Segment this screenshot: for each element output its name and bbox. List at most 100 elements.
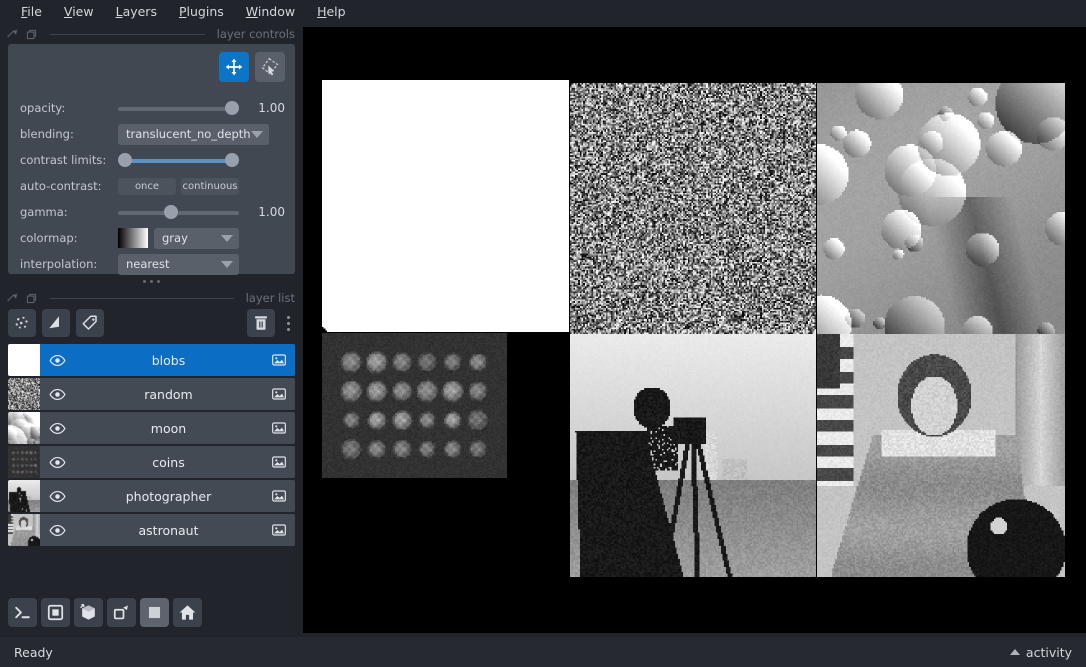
contrast-limits-label: contrast limits:	[20, 153, 107, 167]
image-icon	[272, 524, 286, 536]
layer-name-label: coins	[152, 454, 185, 470]
close-dock-icon[interactable]	[25, 292, 38, 305]
canvas-image-blobs	[322, 80, 569, 332]
eye-icon	[48, 456, 66, 468]
blending-label: blending:	[20, 127, 74, 141]
chevron-down-icon	[221, 260, 233, 268]
layer-name-label: photographer	[125, 488, 212, 504]
opacity-slider[interactable]	[118, 98, 239, 118]
blending-dropdown[interactable]: translucent_no_depth	[118, 123, 269, 145]
opacity-knob[interactable]	[225, 101, 239, 115]
layer-list-dock-title: layer list	[0, 288, 303, 308]
visibility-toggle-photographer[interactable]	[40, 488, 74, 505]
status-bar: Ready activity	[0, 637, 1086, 667]
roll-dims-button[interactable]	[74, 598, 103, 627]
grid-view-button[interactable]	[140, 598, 169, 627]
gamma-slider[interactable]	[118, 202, 239, 222]
float-dock-icon[interactable]	[6, 28, 19, 41]
visibility-toggle-astronaut[interactable]	[40, 522, 74, 539]
viewer-canvas[interactable]	[303, 27, 1086, 633]
layer-controls-panel: opacity: 1.00 blending: translucent_no_d…	[8, 44, 295, 275]
chevron-down-icon	[221, 234, 233, 242]
layer-mode-toolbar	[20, 52, 285, 82]
visibility-toggle-coins[interactable]	[40, 454, 74, 471]
transform-tool-button[interactable]	[255, 52, 285, 82]
left-dock-column: layer controls opacity: 1.00 blending: t…	[0, 24, 303, 637]
activity-label: activity	[1025, 644, 1072, 660]
layer-list-menu-button[interactable]	[281, 315, 295, 331]
pan-zoom-tool-button[interactable]	[219, 52, 249, 82]
gamma-knob[interactable]	[163, 205, 178, 219]
canvas-cell-moon	[817, 83, 1065, 334]
contrast-limits-slider[interactable]	[118, 150, 239, 170]
labels-tag-icon	[82, 315, 97, 330]
auto-contrast-label: auto-contrast:	[20, 179, 102, 193]
home-button[interactable]	[173, 598, 202, 627]
layer-row-random[interactable]: random	[8, 378, 295, 410]
auto-contrast-continuous-button[interactable]: continuous	[181, 177, 239, 195]
pan-zoom-icon	[225, 58, 243, 76]
home-icon	[179, 605, 196, 620]
contrast-limits-high-knob[interactable]	[225, 153, 239, 167]
menu-window[interactable]: Window	[235, 0, 306, 24]
gamma-label: gamma:	[20, 205, 68, 219]
transform-icon	[261, 57, 279, 76]
layer-row-photographer[interactable]: photographer	[8, 480, 295, 512]
menu-file[interactable]: File	[10, 0, 53, 24]
canvas-image-random	[570, 83, 816, 334]
status-message: Ready	[14, 644, 53, 660]
visibility-toggle-blobs[interactable]	[40, 352, 74, 369]
visibility-toggle-random[interactable]	[40, 386, 74, 403]
square-2d-icon	[47, 604, 64, 621]
activity-button[interactable]: activity	[1009, 644, 1072, 660]
auto-contrast-row: auto-contrast: once continuous	[20, 174, 285, 198]
transpose-dims-button[interactable]	[107, 598, 136, 627]
menu-view[interactable]: View	[53, 0, 105, 24]
chevron-down-icon	[250, 130, 263, 138]
new-shapes-layer-button[interactable]	[42, 309, 70, 337]
layer-type-image-icon-astronaut	[263, 522, 295, 538]
contrast-limits-low-knob[interactable]	[118, 153, 132, 167]
float-dock-icon[interactable]	[6, 292, 19, 305]
close-dock-icon[interactable]	[25, 28, 38, 41]
interpolation-dropdown[interactable]: nearest	[118, 253, 239, 275]
console-button[interactable]	[8, 598, 37, 627]
eye-icon	[48, 422, 66, 434]
ndisplay-toggle-button[interactable]	[41, 598, 70, 627]
viewer-buttons-toolbar	[8, 598, 202, 627]
menu-plugins[interactable]: Plugins	[168, 0, 235, 24]
visibility-toggle-moon[interactable]	[40, 420, 74, 437]
gamma-track	[118, 211, 239, 215]
new-labels-layer-button[interactable]	[76, 309, 104, 337]
layer-thumbnail-random	[8, 378, 40, 410]
colormap-dropdown[interactable]: gray	[154, 227, 239, 249]
blending-row: blending: translucent_no_depth	[20, 122, 285, 146]
blending-value: translucent_no_depth	[126, 127, 251, 141]
layer-row-moon[interactable]: moon	[8, 412, 295, 444]
layer-thumbnail-coins	[8, 446, 40, 478]
points-icon	[15, 316, 28, 329]
auto-contrast-once-button[interactable]: once	[118, 177, 176, 195]
layer-row-blobs[interactable]: blobs	[8, 344, 295, 376]
new-points-layer-button[interactable]	[8, 309, 36, 337]
menu-layers[interactable]: Layers	[105, 0, 168, 24]
gamma-value: 1.00	[258, 205, 285, 219]
menu-help[interactable]: Help	[306, 0, 357, 24]
dock-splitter-handle[interactable]	[0, 274, 303, 288]
eye-icon	[48, 354, 66, 366]
opacity-row: opacity: 1.00	[20, 96, 285, 120]
dock-divider	[50, 297, 234, 299]
opacity-value: 1.00	[258, 101, 285, 115]
image-icon	[272, 354, 286, 366]
delete-layer-button[interactable]	[247, 309, 275, 337]
canvas-cell-astronaut	[817, 334, 1065, 577]
colormap-value: gray	[162, 231, 188, 245]
layer-row-astronaut[interactable]: astronaut	[8, 514, 295, 546]
layer-type-image-icon-photographer	[263, 488, 295, 504]
menu-bar: File View Layers Plugins Window Help	[0, 0, 1086, 24]
canvas-cell-random	[570, 83, 816, 334]
eye-icon	[48, 524, 66, 536]
layer-row-coins[interactable]: coins	[8, 446, 295, 478]
layer-controls-title: layer controls	[216, 27, 295, 41]
canvas-image-moon	[817, 83, 1065, 334]
